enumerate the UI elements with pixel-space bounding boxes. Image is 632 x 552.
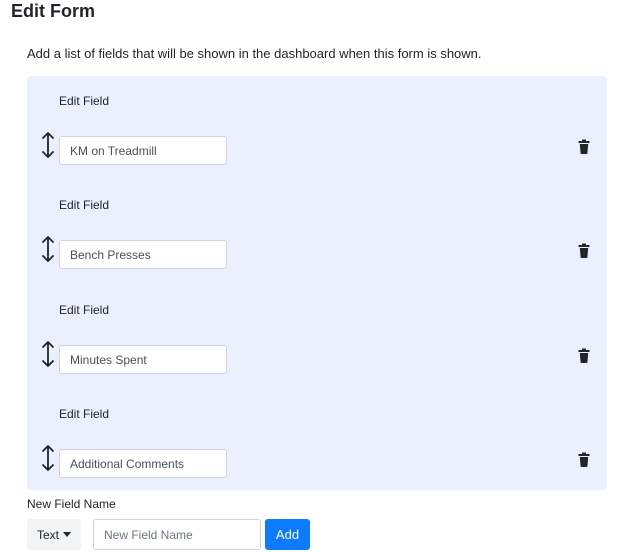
fields-list-panel: Edit Field Edit Field bbox=[27, 76, 607, 490]
field-row-1: Edit Field bbox=[27, 94, 607, 165]
field-type-selected: Text bbox=[36, 527, 59, 542]
field-name-input[interactable] bbox=[59, 345, 227, 374]
drag-handle-icon[interactable] bbox=[41, 131, 55, 159]
field-label: Edit Field bbox=[59, 198, 110, 212]
new-field-name-input[interactable] bbox=[93, 519, 261, 550]
form-description: Add a list of fields that will be shown … bbox=[27, 46, 482, 61]
new-field-name-label: New Field Name bbox=[27, 497, 116, 511]
delete-field-button[interactable] bbox=[575, 138, 593, 156]
trash-icon bbox=[575, 452, 593, 472]
field-name-input[interactable] bbox=[59, 449, 227, 478]
page-title: Edit Form bbox=[11, 1, 95, 21]
delete-field-button[interactable] bbox=[575, 242, 593, 260]
drag-handle-icon[interactable] bbox=[41, 340, 55, 368]
field-label: Edit Field bbox=[59, 94, 110, 108]
field-label: Edit Field bbox=[59, 303, 110, 317]
field-type-dropdown[interactable]: Text bbox=[27, 519, 81, 550]
field-label: Edit Field bbox=[59, 407, 110, 421]
field-row-2: Edit Field bbox=[27, 198, 607, 269]
field-row-3: Edit Field bbox=[27, 303, 607, 374]
delete-field-button[interactable] bbox=[575, 451, 593, 469]
add-field-button[interactable]: Add bbox=[265, 519, 310, 550]
field-name-input[interactable] bbox=[59, 240, 227, 269]
delete-field-button[interactable] bbox=[575, 347, 593, 365]
drag-handle-icon[interactable] bbox=[41, 235, 55, 263]
trash-icon bbox=[575, 243, 593, 263]
trash-icon bbox=[575, 348, 593, 368]
caret-down-icon bbox=[63, 532, 71, 537]
field-row-4: Edit Field bbox=[27, 407, 607, 478]
field-name-input[interactable] bbox=[59, 136, 227, 165]
trash-icon bbox=[575, 139, 593, 159]
drag-handle-icon[interactable] bbox=[41, 444, 55, 472]
